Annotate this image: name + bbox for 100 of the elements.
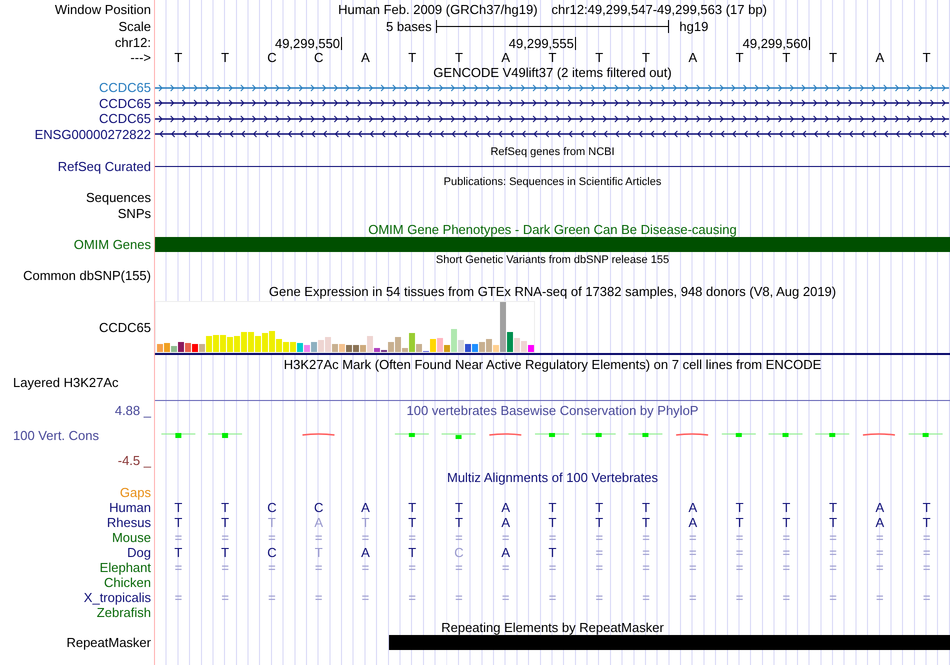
alignment-base: = <box>174 560 184 574</box>
alignment-base: = <box>220 590 230 604</box>
assembly-name: Human Feb. 2009 (GRCh37/hg19) <box>338 2 538 16</box>
track-label[interactable]: OMIM Genes <box>74 238 151 251</box>
alignment-base: = <box>828 546 838 558</box>
alignment-base: A <box>360 500 371 514</box>
genome-base: T <box>594 51 604 64</box>
alignment-base: C <box>266 500 278 514</box>
genome-base: A <box>687 51 698 64</box>
ruler-position: 49,299,555 <box>508 37 575 50</box>
alignment-base: A <box>360 546 371 558</box>
alignment-base: = <box>641 560 651 574</box>
scale-length: 5 bases <box>386 20 433 32</box>
alignment-base: T <box>734 516 745 528</box>
expression-bar[interactable] <box>346 344 352 352</box>
alignment-base: T <box>360 516 370 528</box>
track-label[interactable]: ---> <box>130 51 151 64</box>
track-label[interactable]: CCDC65 <box>98 81 151 94</box>
alignment-base: = <box>688 530 698 544</box>
ruler-position: 49,299,550 <box>274 37 342 50</box>
alignment-base: T <box>781 500 792 514</box>
alignment-base: A <box>874 500 886 514</box>
track-label[interactable]: Common dbSNP(155) <box>23 269 151 282</box>
track-title: Repeating Elements by RepeatMasker <box>441 620 664 634</box>
track-label[interactable]: SNPs <box>118 206 151 220</box>
expression-bar[interactable] <box>465 344 471 352</box>
alignment-base: = <box>922 546 932 558</box>
alignment-base: T <box>922 516 932 528</box>
expression-bar[interactable] <box>192 344 198 352</box>
track-title: Multiz Alignments of 100 Vertebrates <box>446 470 658 484</box>
gene-strand-line[interactable] <box>155 114 949 124</box>
expression-bar[interactable] <box>353 344 359 352</box>
repeat-element-bar[interactable] <box>388 634 950 650</box>
track-label[interactable]: -4.5 _ <box>118 454 151 467</box>
alignment-base: = <box>875 546 885 558</box>
track-label[interactable]: RefSeq Curated <box>58 160 151 173</box>
alignment-base: = <box>314 530 324 544</box>
species-label[interactable]: Rhesus <box>106 516 151 528</box>
genome-base: T <box>781 51 792 64</box>
genome-base: A <box>360 51 371 64</box>
track-title: Short Genetic Variants from dbSNP release 155 <box>436 254 670 266</box>
track-title: OMIM Gene Phenotypes - Dark Green Can Be Disease-causing <box>368 222 737 236</box>
gene-strand-line[interactable] <box>155 129 949 140</box>
expression-bar[interactable] <box>381 350 387 352</box>
species-label[interactable]: Elephant <box>100 560 151 574</box>
track-label[interactable]: 4.88 _ <box>114 404 151 417</box>
track-label[interactable]: Window Position <box>54 2 151 16</box>
track-label[interactable]: 100 Vert. Cons <box>13 429 99 442</box>
alignment-base: = <box>688 590 698 604</box>
genome-base: C <box>266 51 278 64</box>
alignment-base: = <box>641 590 651 604</box>
track-label[interactable]: RepeatMasker <box>66 636 151 648</box>
alignment-base: = <box>454 560 464 574</box>
expression-bar[interactable] <box>178 342 184 352</box>
genome-base: T <box>407 51 418 64</box>
alignment-base: = <box>548 590 558 604</box>
species-label[interactable]: X_tropicalis <box>84 590 151 604</box>
species-label[interactable]: Dog <box>127 546 151 558</box>
expression-bar[interactable] <box>507 332 513 352</box>
ruler-tick <box>574 37 576 50</box>
track-label[interactable]: Sequences <box>86 191 151 204</box>
alignment-base: = <box>454 530 464 544</box>
alignment-base: T <box>220 500 230 514</box>
track-label[interactable]: ENSG00000272822 <box>34 128 151 141</box>
alignment-base: T <box>314 546 324 558</box>
species-label[interactable]: Human <box>109 500 151 514</box>
track-title: Gene Expression in 54 tissues from GTEx RNA-seq of 17382 samples, 948 donors (V8, Aug 2019) <box>268 285 836 298</box>
alignment-base: = <box>594 546 604 558</box>
genome-base: T <box>220 51 230 64</box>
alignment-base: A <box>500 516 512 528</box>
genome-base: T <box>548 51 558 64</box>
alignment-base: = <box>594 590 604 604</box>
track-label[interactable]: CCDC65 <box>98 320 151 334</box>
alignment-base: T <box>407 500 418 514</box>
alignment-base: = <box>828 530 838 544</box>
alignment-base: = <box>407 530 417 544</box>
alignment-base: T <box>454 500 464 514</box>
alignment-base: = <box>500 560 511 574</box>
track-label[interactable]: chr12: <box>114 36 151 48</box>
track-label[interactable]: Layered H3K27Ac <box>13 376 119 388</box>
alignment-base: = <box>220 560 230 574</box>
alignment-base: = <box>360 560 370 574</box>
track-label[interactable]: Scale <box>118 20 151 32</box>
genome-base: T <box>641 51 651 64</box>
species-label[interactable]: Chicken <box>104 576 151 588</box>
track-title: Publications: Sequences in Scientific Articles <box>444 176 662 188</box>
alignment-base: A <box>500 546 512 558</box>
gene-strand-line[interactable] <box>155 98 949 108</box>
genome-base: T <box>922 51 932 64</box>
track-label[interactable]: CCDC65 <box>98 112 151 126</box>
ruler-tick <box>808 37 810 50</box>
species-label[interactable]: Mouse <box>112 530 151 544</box>
alignment-base: = <box>548 530 558 544</box>
alignment-base: = <box>782 590 792 604</box>
scale-assembly: hg19 <box>678 20 710 32</box>
expression-bar[interactable] <box>374 348 380 352</box>
genome-base: C <box>312 51 324 64</box>
track-label[interactable]: CCDC65 <box>98 96 151 110</box>
species-label[interactable]: Zebrafish <box>96 606 151 618</box>
alignment-base: T <box>828 516 838 528</box>
